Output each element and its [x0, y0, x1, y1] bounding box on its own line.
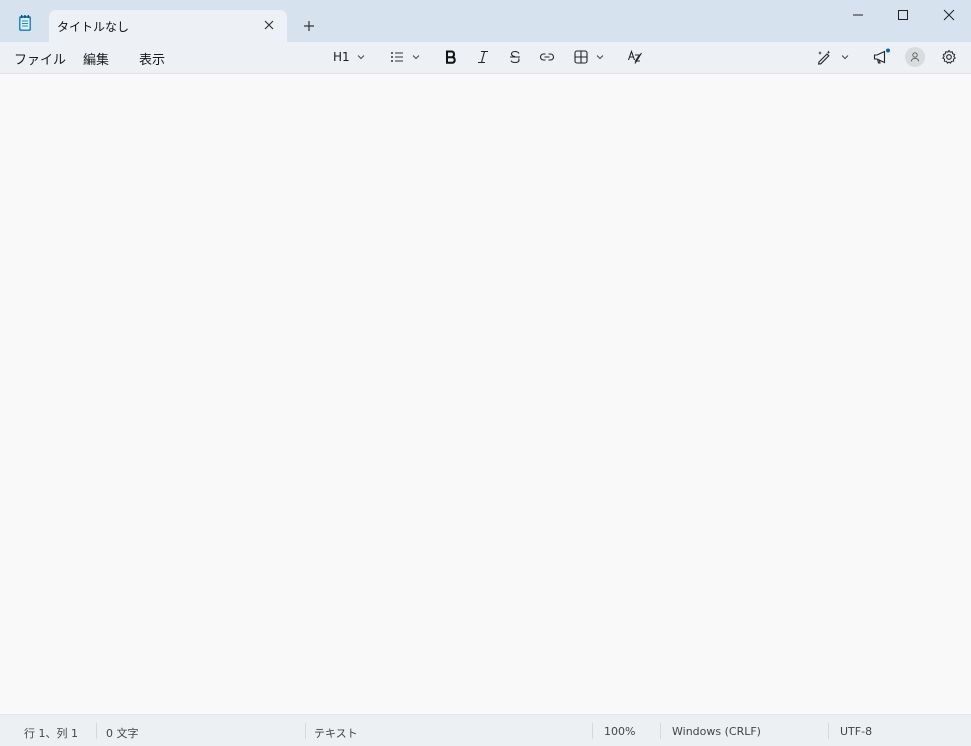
status-encoding[interactable]: UTF-8: [840, 725, 872, 738]
menu-edit[interactable]: 編集: [83, 49, 109, 68]
bold-icon: [446, 50, 456, 64]
gear-icon: [942, 49, 956, 64]
list-dropdown[interactable]: [389, 46, 421, 68]
link-button[interactable]: [539, 46, 555, 68]
text-editor-area[interactable]: [0, 74, 971, 714]
maximize-button[interactable]: [880, 0, 926, 30]
window-close-icon: [943, 9, 955, 21]
chevron-down-icon: [412, 55, 420, 60]
status-bar: 行 1、列 1 0 文字 テキスト 100% Windows (CRLF) UT…: [0, 714, 971, 746]
status-position: 行 1、列 1: [24, 727, 78, 740]
menu-view[interactable]: 表示: [139, 49, 165, 68]
copilot-pen-icon: [817, 50, 831, 65]
window-close-button[interactable]: [926, 0, 971, 30]
menu-file[interactable]: ファイル: [14, 49, 66, 68]
strikethrough-icon: [510, 50, 520, 64]
bold-button[interactable]: [443, 46, 459, 68]
table-dropdown[interactable]: [573, 46, 605, 68]
chevron-down-icon: [357, 55, 365, 60]
status-divider: [828, 723, 829, 739]
whats-new-button[interactable]: [872, 46, 890, 68]
chevron-down-icon: [841, 55, 849, 60]
status-divider: [660, 723, 661, 739]
status-divider: [592, 723, 593, 739]
status-char-count: 0 文字: [106, 727, 139, 740]
account-button[interactable]: [904, 46, 926, 68]
status-divider: [305, 723, 306, 739]
link-icon: [540, 53, 554, 61]
tab-untitled[interactable]: タイトルなし: [49, 10, 287, 42]
list-icon: [391, 52, 403, 62]
title-bar: タイトルなし: [0, 0, 971, 42]
clear-formatting-button[interactable]: [627, 46, 643, 68]
status-zoom[interactable]: 100%: [604, 725, 635, 738]
status-divider: [96, 723, 97, 739]
table-icon: [574, 50, 588, 64]
strikethrough-button[interactable]: [507, 46, 523, 68]
heading-label: H1: [333, 50, 350, 64]
tab-title: タイトルなし: [57, 20, 130, 34]
close-icon[interactable]: [261, 17, 277, 33]
megaphone-icon: [873, 48, 890, 64]
italic-icon: [478, 50, 488, 64]
chevron-down-icon: [596, 55, 604, 60]
heading-dropdown[interactable]: H1: [333, 46, 366, 68]
clear-formatting-icon: [627, 49, 642, 64]
status-line-ending[interactable]: Windows (CRLF): [672, 725, 761, 738]
maximize-icon: [898, 10, 908, 20]
status-format[interactable]: テキスト: [314, 725, 358, 741]
toolbar: ファイル 編集 表示 H1: [0, 42, 971, 74]
copilot-dropdown[interactable]: [816, 46, 850, 68]
plus-icon[interactable]: [301, 18, 317, 34]
settings-button[interactable]: [941, 46, 957, 68]
minimize-button[interactable]: [835, 0, 881, 30]
minimize-icon: [853, 14, 863, 16]
italic-button[interactable]: [475, 46, 491, 68]
notepad-app-icon: [16, 14, 34, 32]
account-icon: [905, 47, 925, 67]
